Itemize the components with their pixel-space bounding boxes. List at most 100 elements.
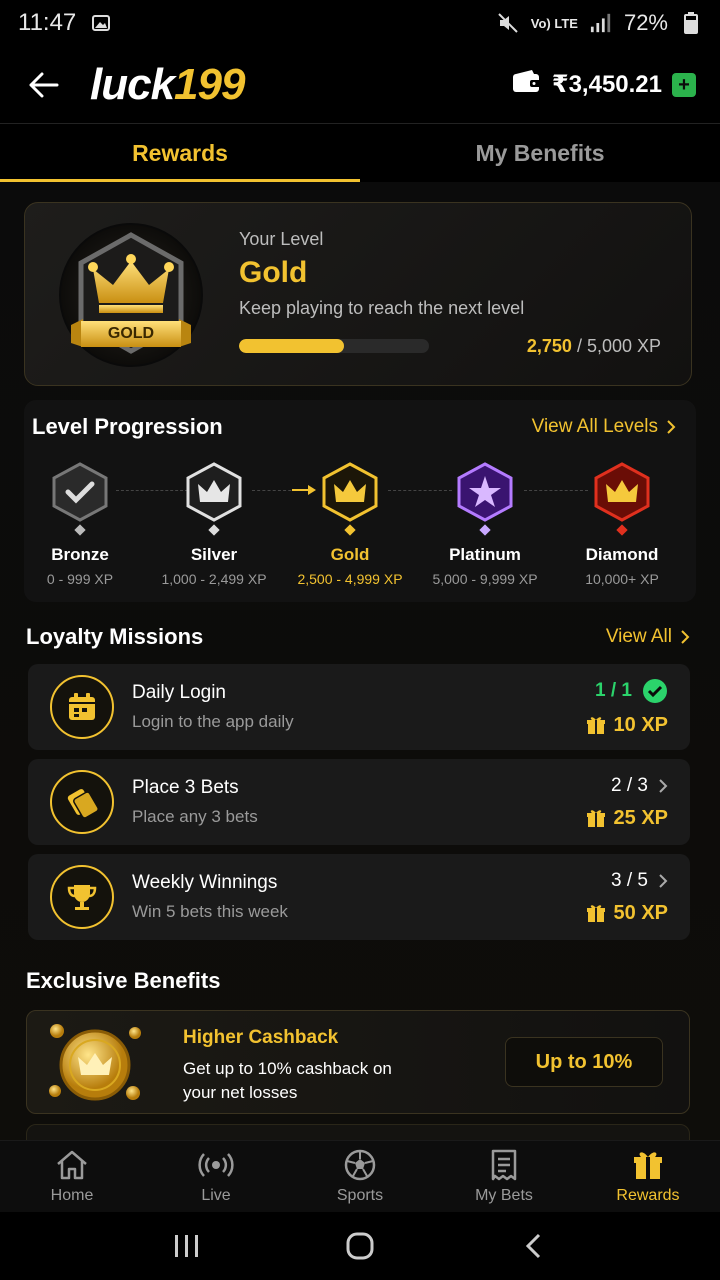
xp-total: / 5,000 XP [576, 335, 661, 356]
bottom-nav: Home Live Sports My Bets Rewards [0, 1140, 720, 1212]
status-bar: 11:47 Vo) LTE 72% [0, 0, 720, 46]
add-funds-button[interactable]: + [672, 72, 696, 97]
bet-slip-icon [491, 1149, 517, 1180]
gold-badge: GOLD [53, 221, 209, 369]
bronze-badge-icon [52, 462, 108, 536]
diamond-badge-icon [594, 462, 650, 536]
trophy-icon [50, 865, 114, 929]
mission-progress-value: 2 / 3 [611, 774, 648, 796]
system-nav-bar [0, 1212, 720, 1280]
tier-bronze[interactable]: Bronze 0 - 999 XP [12, 460, 148, 587]
mission-reward: 25 XP [586, 807, 668, 830]
mission-reward-value: 25 XP [613, 806, 668, 829]
nav-home[interactable]: Home [0, 1141, 144, 1212]
rewards-content[interactable]: GOLD Your Level Gold Keep playing to rea… [0, 182, 720, 1140]
battery-icon [680, 12, 702, 34]
signal-icon [590, 12, 612, 34]
tier-silver[interactable]: Silver 1,000 - 2,499 XP [146, 460, 282, 587]
soccer-ball-icon [344, 1149, 376, 1180]
wallet-balance[interactable]: ₹3,450.21 + [512, 70, 696, 99]
nav-rewards[interactable]: Rewards [576, 1141, 720, 1212]
mute-icon [497, 12, 519, 34]
mission-reward-value: 50 XP [613, 901, 668, 924]
tier-range: 1,000 - 2,499 XP [161, 571, 267, 587]
gift-icon [634, 1151, 662, 1179]
home-icon [57, 1150, 87, 1179]
tier-gold[interactable]: Gold 2,500 - 4,999 XP [282, 460, 418, 587]
benefit-title: Higher Cashback [183, 1027, 339, 1048]
logo-number: 199 [174, 59, 245, 109]
tier-diamond[interactable]: Diamond 10,000+ XP [554, 460, 690, 587]
chevron-right-icon [659, 873, 668, 888]
tier-name: Bronze [51, 545, 109, 564]
home-system-button[interactable] [335, 1221, 385, 1271]
mission-place-3-bets[interactable]: Place 3 Bets Place any 3 bets 2 / 3 25 X… [28, 759, 690, 845]
mission-reward: 50 XP [586, 902, 668, 925]
mission-title: Weekly Winnings [132, 872, 278, 893]
benefits-title: Exclusive Benefits [26, 968, 221, 993]
your-level-label: Your Level [239, 229, 324, 249]
mission-daily-login[interactable]: Daily Login Login to the app daily 1 / 1… [28, 664, 690, 750]
nav-sports[interactable]: Sports [288, 1141, 432, 1212]
back-button[interactable] [24, 65, 64, 105]
calendar-icon [50, 675, 114, 739]
app-header: luck199 ₹3,450.21 + [0, 46, 720, 124]
tier-name: Gold [330, 545, 370, 564]
tier-name: Silver [190, 545, 238, 564]
tab-bar: Rewards My Benefits [0, 124, 720, 182]
system-back-button[interactable] [508, 1221, 558, 1271]
check-circle-icon [643, 678, 667, 703]
tier-range: 10,000+ XP [585, 571, 659, 587]
mission-progress-value: 3 / 5 [611, 869, 648, 891]
view-all-missions-link[interactable]: View All [606, 626, 690, 648]
level-progression-card: Level Progression View All Levels Bronze… [24, 400, 696, 602]
battery-percent: 72% [623, 10, 668, 35]
mission-title: Place 3 Bets [132, 777, 239, 798]
mission-progress-value: 1 / 1 [595, 679, 632, 701]
wallet-icon [512, 70, 542, 99]
mission-desc: Place any 3 bets [132, 807, 258, 826]
mission-progress: 2 / 3 [586, 775, 668, 797]
nav-label: Home [50, 1186, 94, 1204]
xp-current: 2,750 [526, 335, 572, 356]
gift-icon [586, 905, 605, 922]
level-progression-title: Level Progression [32, 414, 223, 439]
tier-range: 5,000 - 9,999 XP [432, 571, 538, 587]
gold-badge-icon [322, 462, 378, 536]
view-all-levels-link[interactable]: View All Levels [532, 416, 676, 438]
mission-reward-value: 10 XP [613, 713, 668, 736]
nav-label: Rewards [616, 1186, 680, 1204]
current-level-card: GOLD Your Level Gold Keep playing to rea… [24, 202, 692, 386]
mission-desc: Login to the app daily [132, 712, 294, 731]
benefit-card-partial[interactable] [26, 1124, 690, 1140]
platinum-badge-icon [457, 462, 513, 536]
status-time: 11:47 [18, 9, 77, 36]
view-all-missions-label: View All [605, 626, 672, 647]
xp-progress-bar [239, 339, 429, 353]
arrow-left-icon [29, 72, 59, 97]
chevron-right-icon [681, 630, 690, 644]
silver-badge-icon [186, 462, 242, 536]
nav-live[interactable]: Live [144, 1141, 288, 1212]
missions-header: Loyalty Missions View All [26, 624, 690, 650]
xp-progress: 2,750 / 5,000 XP [239, 333, 661, 359]
tickets-icon [50, 770, 114, 834]
tier-name: Platinum [449, 545, 521, 564]
mission-desc: Win 5 bets this week [132, 902, 288, 921]
gallery-icon [90, 12, 112, 34]
tier-name: Diamond [585, 545, 659, 564]
gift-icon [586, 717, 605, 734]
mission-weekly-winnings[interactable]: Weekly Winnings Win 5 bets this week 3 /… [28, 854, 690, 940]
benefit-higher-cashback[interactable]: Higher Cashback Get up to 10% cashback o… [26, 1010, 690, 1114]
nav-my-bets[interactable]: My Bets [432, 1141, 576, 1212]
gold-coin-icon [47, 1021, 147, 1105]
recent-apps-button[interactable] [162, 1221, 212, 1271]
tier-platinum[interactable]: Platinum 5,000 - 9,999 XP [417, 460, 553, 587]
tab-my-benefits[interactable]: My Benefits [360, 124, 720, 182]
nav-label: Sports [336, 1186, 384, 1204]
tab-rewards[interactable]: Rewards [0, 124, 360, 182]
logo-text: luck [90, 59, 175, 109]
chevron-left-icon [526, 1233, 541, 1259]
xp-text: 2,750 / 5,000 XP [527, 336, 661, 357]
benefit-cta-button[interactable]: Up to 10% [505, 1037, 663, 1087]
